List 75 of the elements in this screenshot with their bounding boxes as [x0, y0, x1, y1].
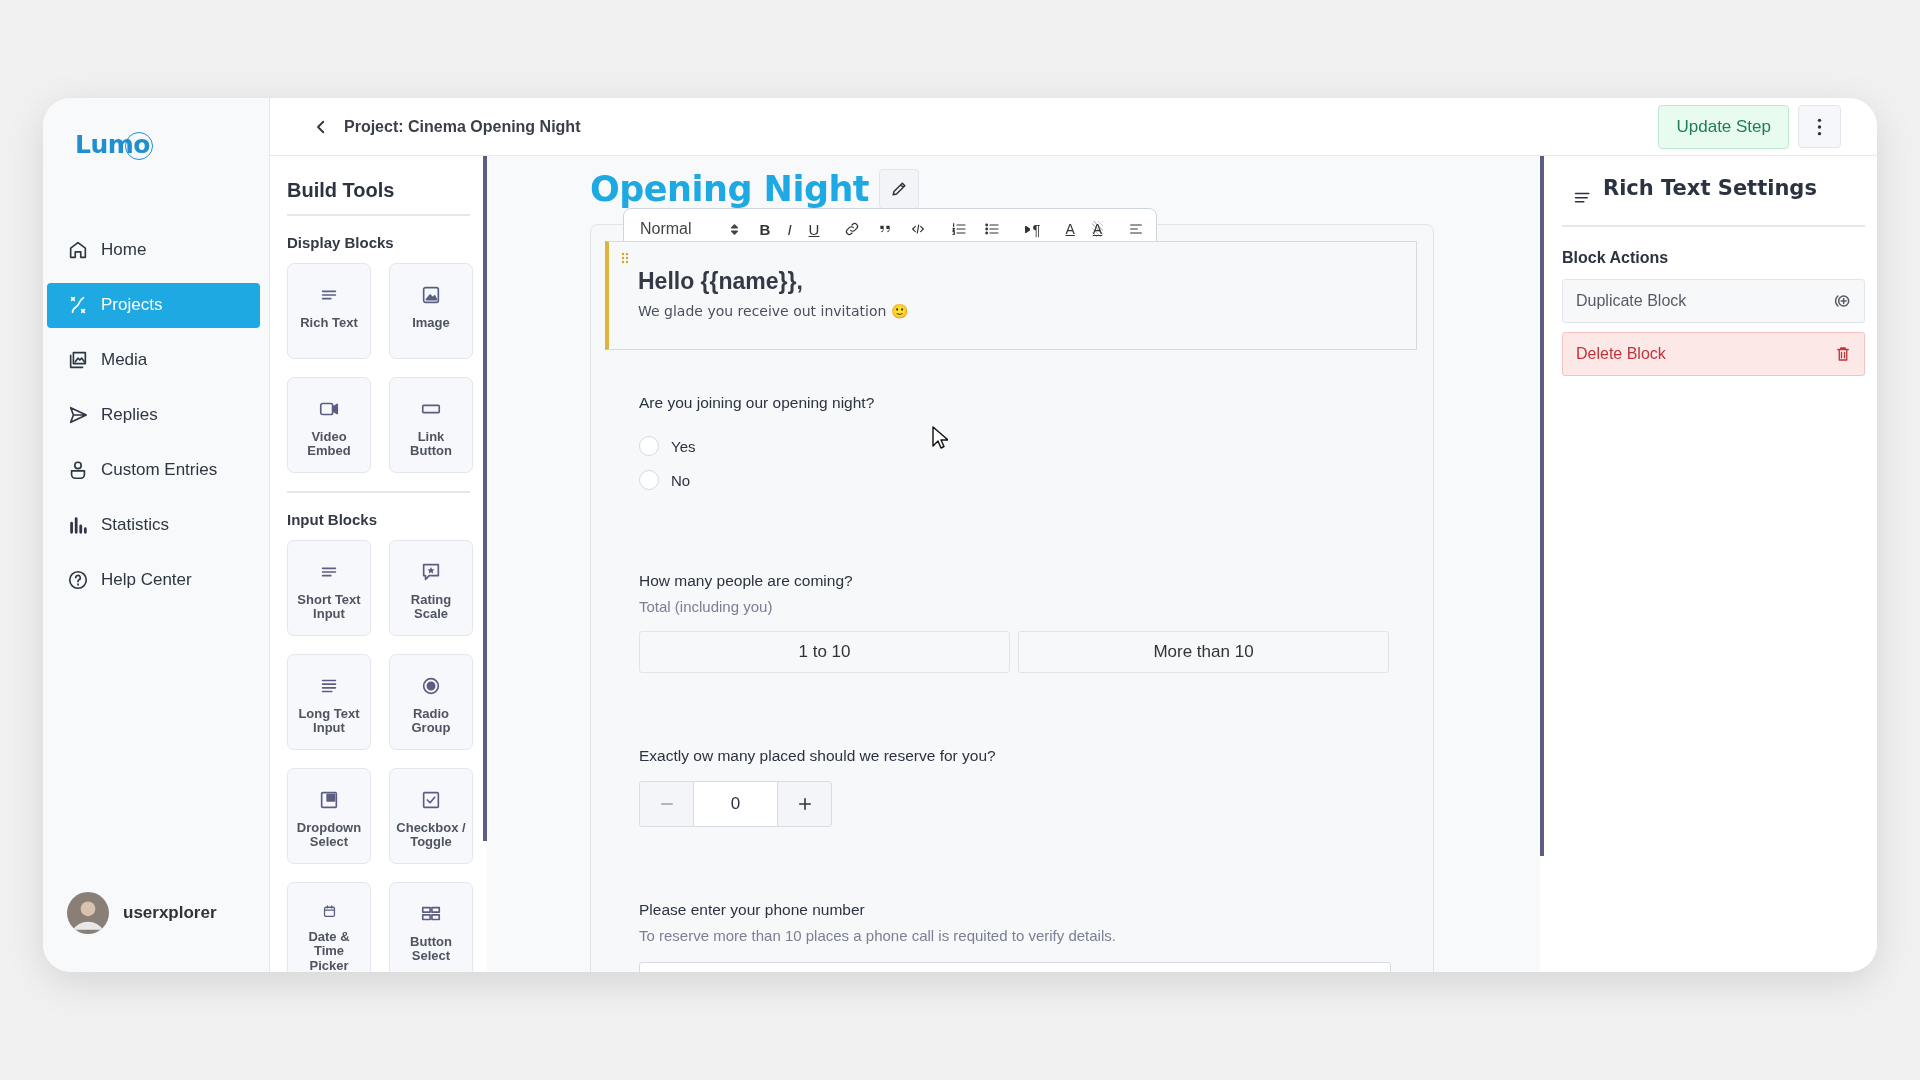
image-icon [420, 284, 442, 306]
nav-item[interactable]: Statistics [47, 502, 260, 548]
section-title: Input Blocks [287, 511, 378, 528]
highlight-button[interactable]: A [1091, 221, 1104, 237]
block-tile[interactable]: Image [389, 263, 473, 359]
panel-title: Rich Text Settings [1603, 176, 1817, 200]
rating-icon [420, 561, 442, 583]
block-tile[interactable]: Video Embed [287, 377, 371, 473]
triangle-icon [1025, 225, 1031, 233]
nav-item[interactable]: Help Center [47, 557, 260, 603]
text-color-button[interactable]: A [1065, 221, 1075, 237]
mouse-cursor-icon [932, 426, 948, 450]
block-tile[interactable]: Long Text Input [287, 654, 371, 750]
radio-icon [420, 675, 442, 697]
more-vertical-icon [1817, 117, 1822, 136]
block-tile[interactable]: Rating Scale [389, 540, 473, 636]
choice-button[interactable]: More than 10 [1018, 631, 1389, 673]
block-tile[interactable]: Checkbox / Toggle [389, 768, 473, 864]
plus-icon [797, 797, 812, 811]
block-tile[interactable]: Dropdown Select [287, 768, 371, 864]
block-tile[interactable]: Rich Text [287, 263, 371, 359]
bars-icon [67, 514, 89, 537]
help-icon [67, 569, 89, 592]
nav-item[interactable]: Replies [47, 392, 260, 438]
option-label: No [671, 471, 691, 489]
numbered-list-icon[interactable] [951, 221, 968, 237]
scrollbar-thumb[interactable] [483, 156, 487, 841]
radio-button[interactable] [639, 436, 659, 456]
nav-item[interactable]: Custom Entries [47, 447, 260, 493]
question-hint: Total (including you) [639, 598, 774, 615]
number-field[interactable]: 0 [693, 782, 778, 826]
scrollbar-thumb[interactable] [1540, 156, 1544, 856]
link-icon[interactable] [844, 221, 861, 237]
check-icon [420, 789, 442, 811]
question-label: Please enter your phone number [639, 901, 866, 919]
update-step-button[interactable]: Update Step [1658, 104, 1789, 149]
panel-title: Build Tools [287, 179, 470, 216]
block-tile[interactable]: Short Text Input [287, 540, 371, 636]
dropdown-icon [318, 789, 340, 811]
align-left-icon[interactable] [1128, 221, 1145, 237]
question-label: How many people are coming? [639, 572, 854, 590]
form-title: Opening Night [590, 169, 870, 209]
radio-button[interactable] [639, 470, 659, 490]
question-label: Exactly ow many placed should we reserve for you? [639, 747, 997, 765]
bullet-list-icon[interactable] [984, 221, 1001, 237]
section-title: Block Actions [1562, 249, 1670, 267]
text-direction-button[interactable]: ¶ [1025, 220, 1041, 238]
edit-button[interactable] [879, 169, 920, 209]
option-label: Yes [671, 437, 696, 455]
block-tile[interactable]: Radio Group [389, 654, 473, 750]
user-name: userxplorer [123, 903, 217, 923]
block-tile[interactable]: Button Select [389, 882, 473, 972]
question-hint: To reserve more than 10 places a phone call is requited to verify details. [639, 927, 1117, 944]
project-title: Project: Cinema Opening Night [344, 117, 581, 136]
greeting-text: We glade you receive out invitation 🙂 [638, 303, 909, 319]
trash-icon [1834, 345, 1852, 363]
format-button[interactable]: B [759, 220, 771, 238]
nav-item[interactable]: Home [47, 227, 260, 273]
rich-text-block[interactable]: Hello {{name}}, We glade you receive out invitation 🙂 [605, 241, 1417, 350]
code-icon[interactable] [910, 221, 927, 237]
greeting-heading: Hello {{name}}, [638, 268, 804, 295]
format-button[interactable]: U [808, 220, 820, 238]
style-select[interactable]: Normal [640, 220, 739, 238]
block-tile[interactable]: Date & Time Picker [287, 882, 371, 972]
format-button[interactable]: I [787, 220, 792, 238]
question-label: Are you joining our opening night? [639, 394, 876, 412]
duplicate-block-button[interactable]: Duplicate Block [1562, 279, 1865, 323]
block-tile[interactable]: Link Button [389, 377, 473, 473]
sort-caret-icon [729, 222, 739, 236]
nav-item[interactable]: Media [47, 337, 260, 383]
avatar[interactable] [67, 892, 109, 934]
delete-block-button[interactable]: Delete Block [1562, 332, 1865, 376]
choice-button[interactable]: 1 to 10 [639, 631, 1010, 673]
section-title: Display Blocks [287, 234, 395, 251]
drag-handle-icon[interactable] [621, 252, 629, 264]
